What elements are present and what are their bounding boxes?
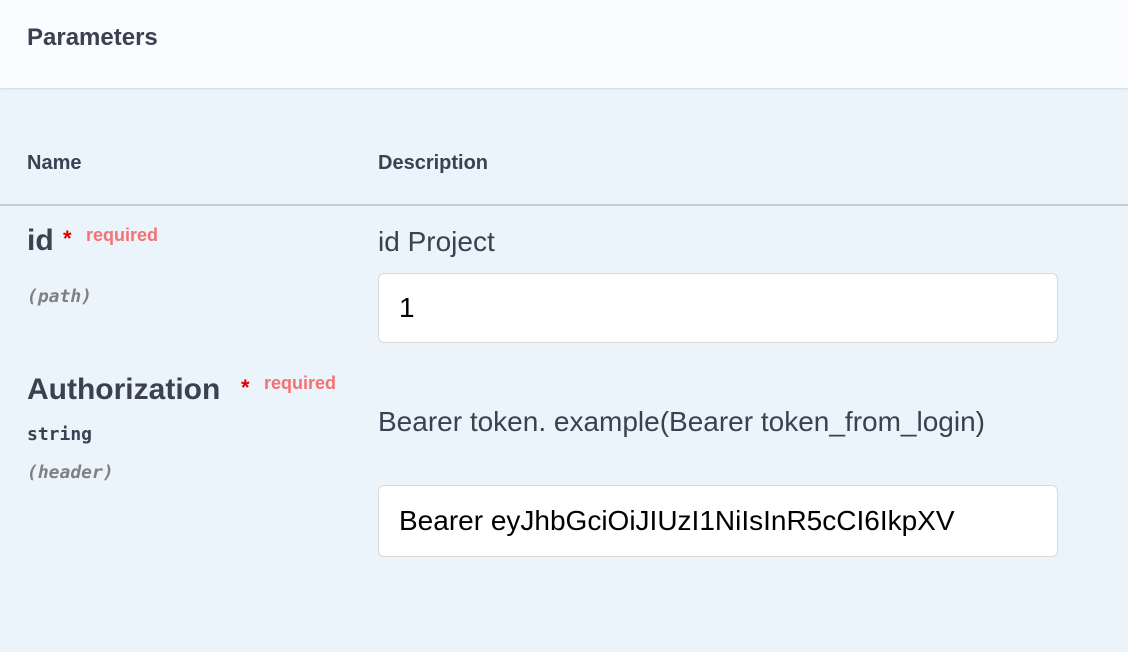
- param-in: (path): [27, 286, 93, 307]
- column-header-description: Description: [378, 152, 489, 174]
- param-description: id Project: [378, 226, 495, 257]
- section-title: Parameters: [27, 24, 158, 51]
- param-name: Authorization: [27, 373, 221, 406]
- column-header-name: Name: [27, 152, 82, 174]
- param-name: id: [27, 224, 54, 257]
- required-star: *: [241, 375, 250, 400]
- param-description: Bearer token. example(Bearer token_from_…: [378, 406, 985, 437]
- authorization-input[interactable]: [378, 485, 1058, 557]
- required-label: required: [86, 225, 159, 245]
- parameters-header: Parameters: [0, 0, 1128, 88]
- header-divider: [0, 204, 1128, 206]
- required-label: required: [264, 373, 337, 393]
- required-star: *: [63, 226, 72, 251]
- param-in: (header): [27, 462, 114, 483]
- param-type: string: [27, 424, 93, 445]
- id-input[interactable]: [378, 273, 1058, 343]
